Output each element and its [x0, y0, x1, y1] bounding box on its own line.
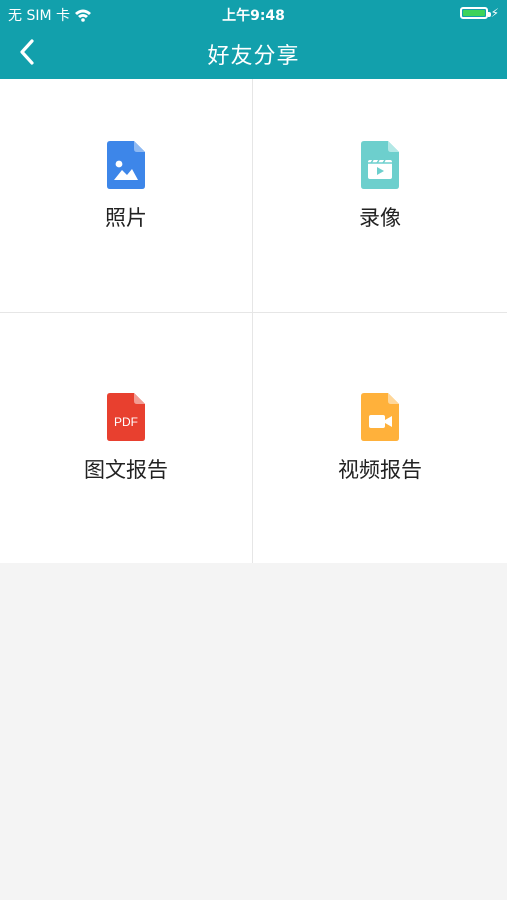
share-options-grid: 照片 录像 PDF 图文报告 视频报告 — [0, 79, 507, 563]
share-video-label: 录像 — [359, 206, 401, 230]
share-photo-label: 照片 — [105, 206, 147, 230]
pdf-file-icon: PDF — [107, 393, 145, 441]
status-time: 上午9:48 — [222, 8, 285, 24]
share-video-report-option[interactable]: 视频报告 — [253, 313, 507, 563]
share-report-option[interactable]: PDF 图文报告 — [0, 313, 253, 563]
share-video-option[interactable]: 录像 — [253, 79, 507, 313]
charging-icon: ⚡ — [490, 6, 499, 20]
video-camera-file-icon — [361, 393, 399, 441]
image-file-icon — [107, 141, 145, 189]
battery-icon — [459, 7, 491, 19]
share-video-report-label: 视频报告 — [338, 458, 422, 482]
video-recording-file-icon — [361, 141, 399, 189]
share-photo-option[interactable]: 照片 — [0, 79, 253, 313]
status-bar: 无 SIM 卡 上午9:48 ⚡ — [0, 0, 507, 28]
pdf-icon-text: PDF — [114, 415, 138, 429]
nav-bar: 好友分享 — [0, 28, 507, 79]
top-bar: 无 SIM 卡 上午9:48 ⚡ 好友分享 — [0, 0, 507, 79]
battery-indicator: ⚡ — [459, 6, 499, 20]
page-title: 好友分享 — [207, 44, 300, 69]
share-report-label: 图文报告 — [84, 458, 168, 482]
